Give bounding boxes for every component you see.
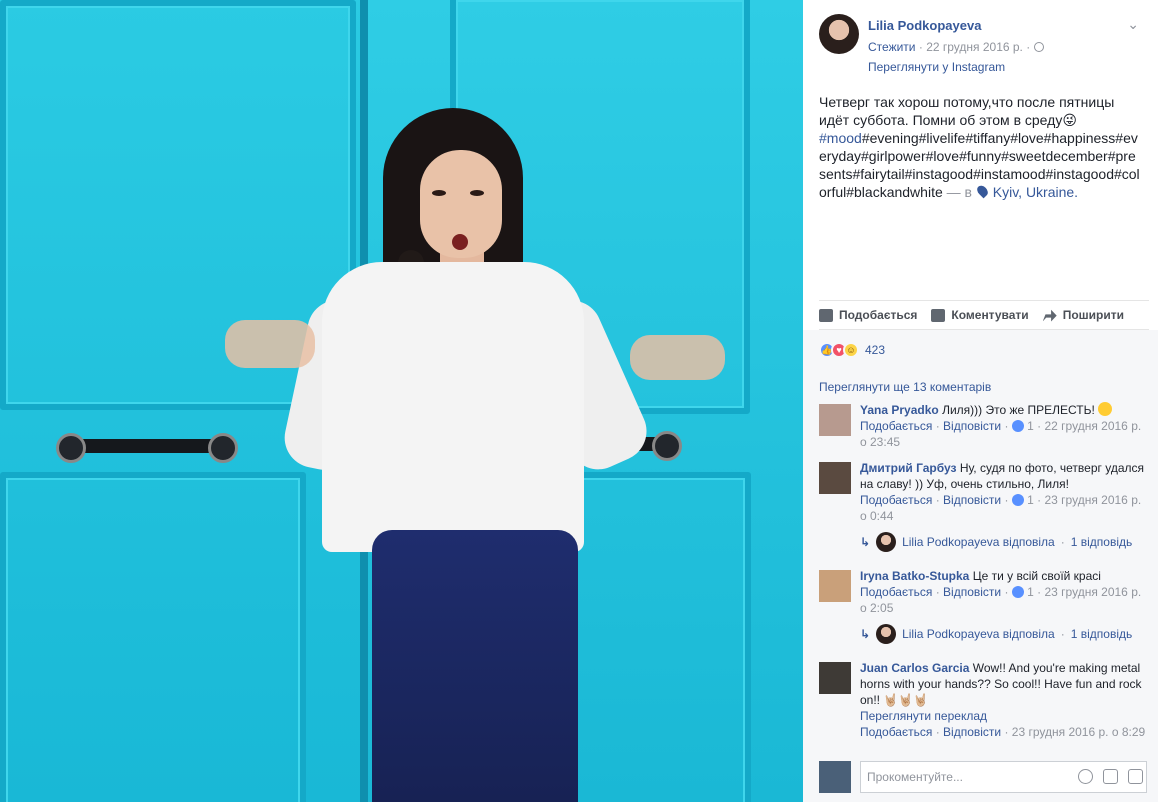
comment-reply-link[interactable]: Відповісти (943, 493, 1001, 507)
commenter-avatar[interactable] (819, 570, 851, 602)
chevron-down-icon[interactable]: ⌄ (1127, 16, 1139, 33)
post-sidebar: Lilia Podkopayeva Стежити · 22 грудня 20… (803, 0, 1158, 802)
hashtag-mood[interactable]: #mood (819, 130, 862, 146)
reply-arrow-icon: ↳ (860, 627, 871, 641)
commenter-name[interactable]: Дмитрий Гарбуз (860, 461, 956, 475)
post-body: Четверг так хорош потому,что после пятни… (819, 94, 1115, 128)
reply-author[interactable]: Lilia Podkopayeva відповіла (902, 627, 1055, 641)
commenter-avatar[interactable] (819, 462, 851, 494)
comment-reply-link[interactable]: Відповісти (943, 585, 1001, 599)
white-sweater (322, 262, 584, 552)
camera-icon[interactable] (1103, 769, 1118, 784)
post-actions: Подобається Коментувати Поширити (819, 300, 1149, 330)
comment-like-link[interactable]: Подобається (860, 419, 932, 433)
eye (432, 190, 446, 196)
door-handle-left (56, 433, 238, 463)
comment-label: Коментувати (951, 308, 1029, 322)
smiley-icon (1098, 402, 1113, 416)
comment-reply-link[interactable]: Відповісти (943, 725, 1001, 739)
right-hand (630, 335, 725, 380)
globe-icon[interactable] (1033, 42, 1044, 52)
reply-avatar (876, 624, 897, 644)
post-date[interactable]: 22 грудня 2016 р. (926, 40, 1023, 54)
haha-reaction-icon: ☺ (843, 342, 859, 358)
comment-text: Це ти у всій своїй красі (972, 569, 1101, 583)
share-label: Поширити (1062, 308, 1124, 322)
commenter-avatar[interactable] (819, 404, 851, 436)
comment-like-link[interactable]: Подобається (860, 585, 932, 599)
thumbs-up-icon (819, 308, 833, 322)
author-name[interactable]: Lilia Podkopayeva (868, 18, 981, 33)
like-button[interactable]: Подобається (819, 308, 917, 322)
share-button[interactable]: Поширити (1042, 308, 1124, 322)
translate-link[interactable]: Переглянути переклад (860, 709, 987, 723)
comment-icon (931, 308, 946, 322)
replies-row[interactable]: ↳ Lilia Podkopayeva відповіла · 1 відпов… (860, 532, 1150, 552)
comment-reply-link[interactable]: Відповісти (943, 419, 1001, 433)
reply-count[interactable]: 1 відповідь (1071, 535, 1133, 549)
comment-composer: Прокоментуйте... (819, 760, 1149, 794)
mouth (452, 234, 468, 250)
instagram-link[interactable]: Переглянути у Instagram (868, 60, 1005, 74)
emoji-icon[interactable] (1078, 769, 1093, 784)
jeans (372, 530, 578, 802)
post-meta: Стежити · 22 грудня 2016 р. · (868, 40, 1044, 54)
comment-time[interactable]: 23 грудня 2016 р. о 8:29 (1012, 725, 1145, 739)
post-text: Четверг так хорош потому,что после пятни… (819, 93, 1141, 201)
reactions-summary[interactable]: 👍 ♥ ☺ 423 (819, 342, 885, 358)
comment-like-count[interactable]: 1 (1027, 419, 1034, 433)
like-count-icon (1011, 494, 1024, 506)
like-count-icon (1011, 586, 1024, 598)
reply-count[interactable]: 1 відповідь (1071, 627, 1133, 641)
comment-like-link[interactable]: Подобається (860, 725, 932, 739)
view-more-comments[interactable]: Переглянути ще 13 коментарів (819, 380, 991, 394)
location-link[interactable]: Kyiv, Ukraine. (993, 184, 1078, 200)
comment-like-count[interactable]: 1 (1027, 493, 1034, 507)
follow-link[interactable]: Стежити (868, 40, 916, 54)
like-count-icon (1011, 420, 1024, 432)
comment-button[interactable]: Коментувати (931, 308, 1029, 322)
post-photo[interactable] (0, 0, 803, 802)
location-pin-icon (974, 183, 990, 199)
meta-dot: · (1026, 40, 1034, 54)
reactions-count: 423 (865, 343, 886, 357)
comment-like-count[interactable]: 1 (1027, 585, 1034, 599)
sticker-icon[interactable] (1128, 769, 1143, 784)
commenter-name[interactable]: Yana Pryadko (860, 403, 939, 417)
eye (470, 190, 484, 196)
composer-tools (1078, 769, 1143, 784)
door-panel (0, 472, 306, 802)
author-avatar[interactable] (819, 14, 859, 54)
commenter-name[interactable]: Iryna Batko-Stupka (860, 569, 969, 583)
left-hand (225, 320, 315, 368)
reply-author[interactable]: Lilia Podkopayeva відповіла (902, 535, 1055, 549)
commenter-name[interactable]: Juan Carlos Garcia (860, 661, 969, 675)
reply-arrow-icon: ↳ (860, 535, 871, 549)
reply-avatar (876, 532, 897, 552)
share-icon (1042, 309, 1057, 322)
post-header: Lilia Podkopayeva Стежити · 22 грудня 20… (819, 14, 1149, 74)
commenter-avatar[interactable] (819, 662, 851, 694)
comment-like-link[interactable]: Подобається (860, 493, 932, 507)
location-prefix: — в (946, 184, 972, 200)
replies-row[interactable]: ↳ Lilia Podkopayeva відповіла · 1 відпов… (860, 624, 1150, 644)
viewer-avatar (819, 761, 851, 793)
like-label: Подобається (839, 308, 918, 322)
comment-text: Лиля))) Это же ПРЕЛЕСТЬ! (942, 403, 1095, 417)
